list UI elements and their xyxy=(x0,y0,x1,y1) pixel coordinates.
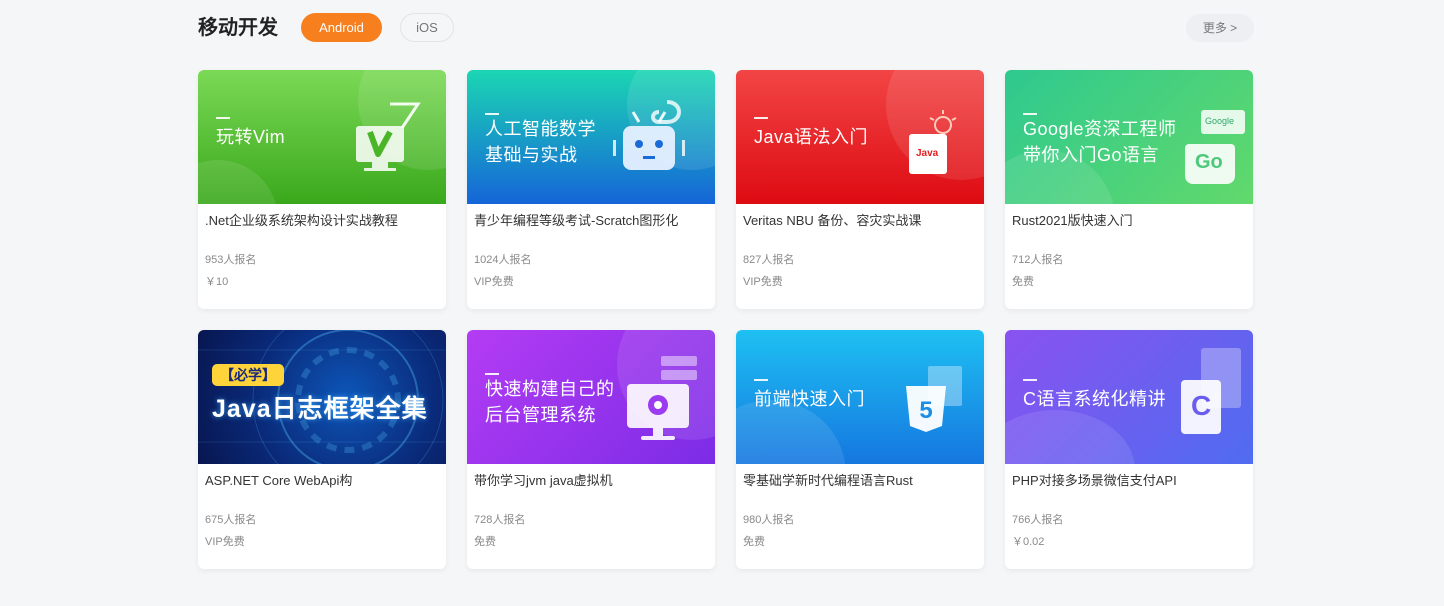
enroll-count: 675人报名 xyxy=(205,514,257,526)
html5-icon: 5 xyxy=(906,386,946,432)
course-card[interactable]: Google资深工程师 带你入门Go语言 Google Go Rust2021版… xyxy=(1005,70,1253,309)
enroll-count: 712人报名 xyxy=(1012,254,1064,266)
course-title: Veritas NBU 备份、容灾实战课 xyxy=(743,213,922,228)
course-price: 免费 xyxy=(1012,276,1034,288)
course-cover: 玩转Vim xyxy=(198,70,446,204)
course-card[interactable]: Java语法入门 Java Veritas NBU 备份、容灾实战课 827人报… xyxy=(736,70,984,309)
cover-title: 人工智能数学 xyxy=(485,119,596,139)
course-card[interactable]: C语言系统化精讲 C PHP对接多场景微信支付API 766人报名 ￥0.02 xyxy=(1005,330,1253,569)
html5-label: 5 xyxy=(919,397,932,424)
robot-python-icon xyxy=(613,100,685,170)
course-card[interactable]: 玩转Vim .Net企业级系统架构设计实战教程 953人报名 ￥10 xyxy=(198,70,446,309)
course-card[interactable]: 人工智能数学 基础与实战 青少年编程等级考试-Scratch图形化 1024人报… xyxy=(467,70,715,309)
google-tag-icon: Google xyxy=(1201,110,1245,134)
course-card[interactable]: 快速构建自己的 后台管理系统 带你学习jvm java虚拟机 728人报名 免费 xyxy=(467,330,715,569)
cover-subtitle: 带你入门Go语言 xyxy=(1023,145,1160,165)
cover-title: C语言系统化精讲 xyxy=(1023,389,1166,409)
course-title: Rust2021版快速入门 xyxy=(1012,213,1133,228)
course-price: 免费 xyxy=(743,536,765,548)
more-button[interactable]: 更多 > xyxy=(1186,14,1254,42)
cover-title: 前端快速入门 xyxy=(754,389,865,409)
c-lang-label: C xyxy=(1191,390,1212,421)
course-price: 免费 xyxy=(474,536,496,548)
course-title: 零基础学新时代编程语言Rust xyxy=(743,473,913,488)
section-title: 移动开发 xyxy=(198,17,278,39)
cover-title: 快速构建自己的 xyxy=(485,379,615,399)
must-learn-badge: 【必学】 xyxy=(212,364,284,386)
java-file-label: Java xyxy=(916,148,939,159)
course-cover: Google资深工程师 带你入门Go语言 Google Go xyxy=(1005,70,1253,204)
course-title: 青少年编程等级考试-Scratch图形化 xyxy=(474,213,679,228)
cover-title: Java语法入门 xyxy=(754,127,869,147)
course-title: .Net企业级系统架构设计实战教程 xyxy=(205,213,398,228)
vim-logo-icon xyxy=(356,102,421,171)
c-lang-icon: C xyxy=(1181,380,1221,434)
cover-title: Java日志框架全集 xyxy=(212,395,428,423)
course-cover: 【必学】 Java日志框架全集 xyxy=(198,330,446,464)
course-price: ￥10 xyxy=(205,276,229,288)
cover-title: Google资深工程师 xyxy=(1023,119,1177,139)
course-price: VIP免费 xyxy=(743,276,783,288)
course-title: 带你学习jvm java虚拟机 xyxy=(474,473,613,488)
google-tag-label: Google xyxy=(1205,116,1235,126)
enroll-count: 766人报名 xyxy=(1012,514,1064,526)
course-cover: 前端快速入门 5 xyxy=(736,330,984,464)
cover-subtitle: 后台管理系统 xyxy=(485,405,596,425)
tab-android[interactable]: Android xyxy=(301,13,382,42)
course-cover: 快速构建自己的 后台管理系统 xyxy=(467,330,715,464)
enroll-count: 827人报名 xyxy=(743,254,795,266)
enroll-count: 1024人报名 xyxy=(474,254,532,266)
course-grid: 玩转Vim .Net企业级系统架构设计实战教程 953人报名 ￥10 人工智能数… xyxy=(198,70,1254,570)
enroll-count: 953人报名 xyxy=(205,254,257,266)
course-price: VIP免费 xyxy=(474,276,514,288)
course-cover: 人工智能数学 基础与实战 xyxy=(467,70,715,204)
java-file-icon: Java xyxy=(909,134,947,174)
cover-subtitle: 基础与实战 xyxy=(485,145,578,165)
cover-title: 玩转Vim xyxy=(216,127,286,147)
course-price: ￥0.02 xyxy=(1012,536,1045,548)
course-title: PHP对接多场景微信支付API xyxy=(1012,473,1177,488)
enroll-count: 980人报名 xyxy=(743,514,795,526)
monitor-gear-icon xyxy=(627,356,697,440)
course-card[interactable]: 前端快速入门 5 零基础学新时代编程语言Rust 980人报名 免费 xyxy=(736,330,984,569)
course-card[interactable]: 【必学】 Java日志框架全集 ASP.NET Core WebApi构 675… xyxy=(198,330,446,569)
go-bag-label: Go xyxy=(1195,151,1223,173)
course-cover: C语言系统化精讲 C xyxy=(1005,330,1253,464)
course-title: ASP.NET Core WebApi构 xyxy=(205,473,353,488)
section-header: 移动开发 Android iOS 更多 > xyxy=(198,12,1254,44)
course-cover: Java语法入门 Java xyxy=(736,70,984,204)
tab-ios[interactable]: iOS xyxy=(400,13,454,42)
course-price: VIP免费 xyxy=(205,536,245,548)
go-bag-icon: Go xyxy=(1185,144,1235,184)
enroll-count: 728人报名 xyxy=(474,514,526,526)
